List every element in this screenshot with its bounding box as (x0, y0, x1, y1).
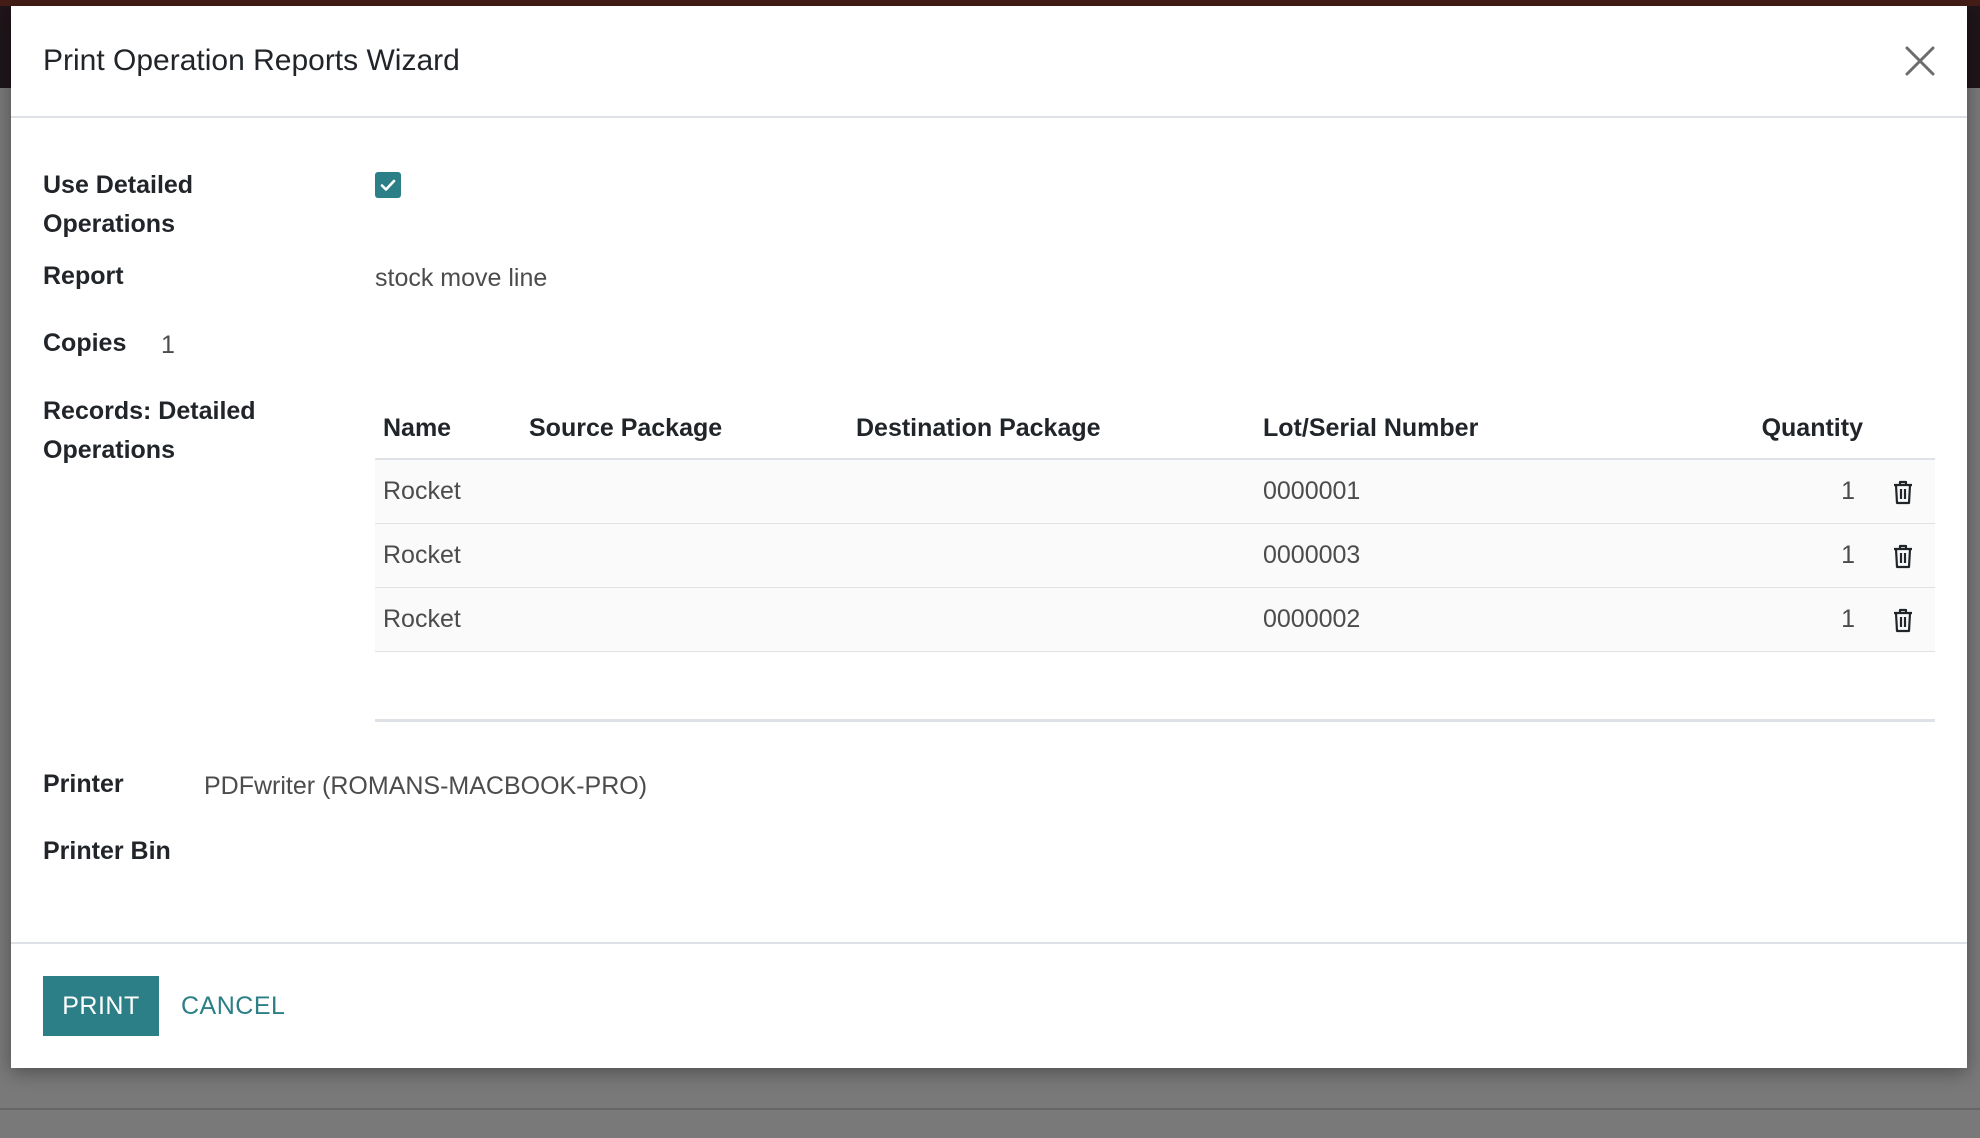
copies-value[interactable]: 1 (161, 326, 175, 365)
report-label: Report (43, 262, 124, 290)
cell-quantity: 1 (1841, 477, 1855, 505)
dialog-footer: PRINT CANCEL (11, 942, 1967, 1068)
cell-quantity: 1 (1841, 605, 1855, 633)
printer-value[interactable]: PDFwriter (ROMANS-MACBOOK-PRO) (204, 767, 647, 806)
use-detailed-label-line1: Use Detailed (43, 171, 194, 199)
table-row[interactable]: Rocket 0000003 1 (375, 524, 1935, 588)
records-label-line1: Records: Detailed (43, 397, 256, 425)
table-footer-divider (375, 719, 1935, 722)
trash-icon (1891, 479, 1915, 505)
column-header-lot-serial-number[interactable]: Lot/Serial Number (1263, 398, 1478, 458)
column-header-name[interactable]: Name (383, 398, 451, 458)
dialog-title: Print Operation Reports Wizard (43, 44, 460, 77)
checkmark-icon (375, 172, 401, 198)
use-detailed-operations-label: Use Detailed Operations (43, 166, 193, 244)
table-row[interactable]: Rocket 0000002 1 (375, 588, 1935, 652)
printer-bin-field[interactable] (204, 834, 804, 873)
cell-name: Rocket (383, 541, 461, 569)
close-button[interactable] (1899, 40, 1941, 82)
print-wizard-dialog: Print Operation Reports Wizard Use Detai… (11, 6, 1967, 1068)
delete-row-button[interactable] (1891, 543, 1915, 569)
printer-bin-label: Printer Bin (43, 837, 171, 865)
dialog-header: Print Operation Reports Wizard (11, 6, 1967, 118)
trash-icon (1891, 607, 1915, 633)
copies-label: Copies (43, 329, 127, 357)
close-icon (1899, 40, 1941, 82)
records-label-line2: Operations (43, 436, 175, 464)
use-detailed-operations-checkbox[interactable] (375, 172, 401, 198)
cell-lot-serial-number: 0000003 (1263, 541, 1361, 569)
cell-name: Rocket (383, 477, 461, 505)
table-header: Name Source Package Destination Package … (375, 398, 1935, 460)
records-label: Records: Detailed Operations (43, 392, 256, 470)
trash-icon (1891, 543, 1915, 569)
printer-label: Printer (43, 770, 124, 798)
detailed-operations-table: Name Source Package Destination Package … (375, 398, 1935, 652)
table-row[interactable]: Rocket 0000001 1 (375, 460, 1935, 524)
column-header-quantity[interactable]: Quantity (1762, 398, 1863, 458)
cell-quantity: 1 (1841, 541, 1855, 569)
cancel-button[interactable]: CANCEL (181, 976, 285, 1036)
cell-lot-serial-number: 0000002 (1263, 605, 1361, 633)
cell-name: Rocket (383, 605, 461, 633)
report-value[interactable]: stock move line (375, 259, 547, 298)
use-detailed-label-line2: Operations (43, 210, 175, 238)
delete-row-button[interactable] (1891, 479, 1915, 505)
cell-lot-serial-number: 0000001 (1263, 477, 1361, 505)
print-button[interactable]: PRINT (43, 976, 159, 1036)
column-header-source-package[interactable]: Source Package (529, 398, 722, 458)
column-header-destination-package[interactable]: Destination Package (856, 398, 1101, 458)
delete-row-button[interactable] (1891, 607, 1915, 633)
